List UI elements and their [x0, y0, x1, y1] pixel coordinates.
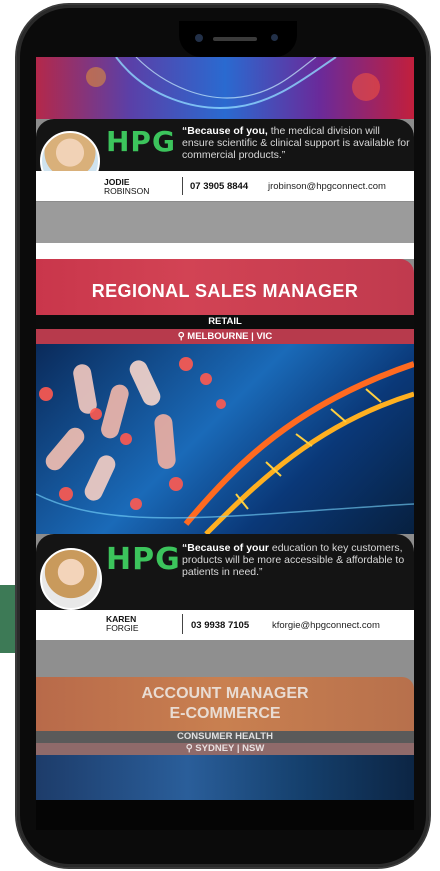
avatar	[40, 548, 102, 610]
card-quote: “Because of your education to key custom…	[182, 542, 405, 578]
phone-screen: HPG “Because of you, the medical divisio…	[36, 57, 414, 800]
contact-email[interactable]: jrobinson@hpgconnect.com	[268, 181, 386, 192]
phone-notch	[179, 21, 297, 57]
job-location: SYDNEY | NSW	[195, 743, 265, 754]
job-title-line2: E-COMMERCE	[169, 705, 281, 722]
hpg-logo: HPG	[106, 125, 176, 158]
location-pin-icon: ⚲	[177, 331, 185, 342]
location-pin-icon: ⚲	[185, 743, 193, 754]
job-title-line1: ACCOUNT MANAGER	[141, 685, 309, 702]
contact-bar: JODIE ROBINSON 07 3905 8844 jrobinson@hpg…	[36, 171, 414, 201]
contact-phone[interactable]: 07 3905 8844	[190, 181, 248, 192]
contact-name: JODIE ROBINSON	[104, 177, 150, 196]
contact-bar: KAREN FORGIE 03 9938 7105 kforgie@hpgconn…	[36, 610, 414, 640]
card-separator	[36, 202, 414, 243]
contact-phone[interactable]: 03 9938 7105	[191, 620, 249, 631]
card-separator-light	[36, 243, 414, 259]
divider	[182, 177, 183, 195]
job-card-1[interactable]: HPG “Because of you, the medical divisio…	[36, 57, 414, 202]
card-artwork	[36, 755, 414, 800]
contact-name: KAREN FORGIE	[106, 614, 139, 633]
card-artwork	[36, 344, 414, 534]
hpg-logo: HPG	[106, 542, 181, 577]
job-title-banner[interactable]: REGIONAL SALES MANAGER	[36, 259, 414, 315]
job-category: CONSUMER HEALTH	[36, 731, 414, 743]
job-location-bar: ⚲ SYDNEY | NSW	[36, 743, 414, 755]
speaker-grille	[213, 37, 257, 41]
job-category: RETAIL	[36, 315, 414, 329]
camera-icon	[195, 34, 203, 42]
contact-email[interactable]: kforgie@hpgconnect.com	[272, 620, 380, 631]
job-title-banner[interactable]: ACCOUNT MANAGER E-COMMERCE	[36, 677, 414, 731]
screen-bottom-bar	[36, 800, 414, 830]
card-artwork	[36, 57, 414, 119]
divider	[182, 614, 183, 634]
job-location: MELBOURNE | VIC	[187, 331, 273, 342]
job-location-bar: ⚲ MELBOURNE | VIC	[36, 329, 414, 344]
job-title: REGIONAL SALES MANAGER	[91, 281, 359, 301]
sensor-icon	[271, 34, 278, 41]
card-quote: “Because of you, the medical division wi…	[182, 125, 410, 161]
